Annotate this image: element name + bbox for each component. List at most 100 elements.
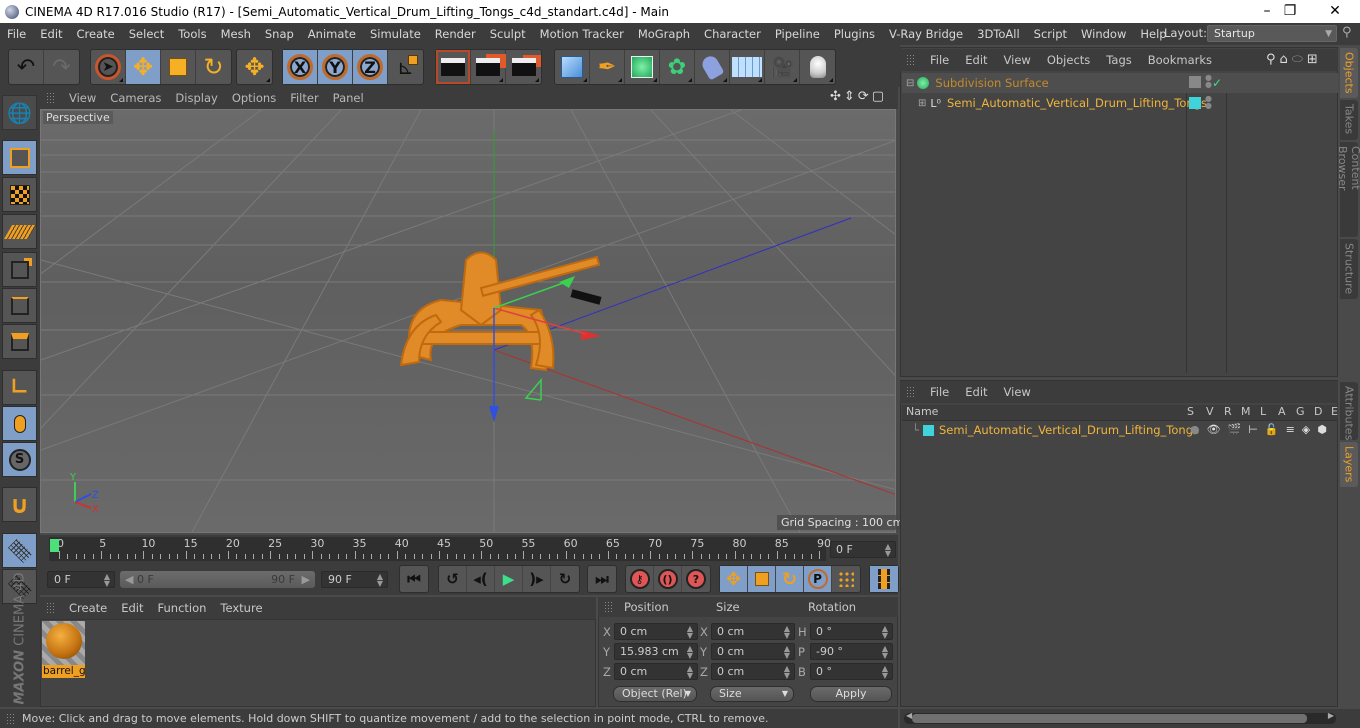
menu-simulate[interactable]: Simulate [363, 27, 428, 41]
cube-button[interactable] [555, 50, 590, 84]
floor-button[interactable] [730, 50, 765, 84]
rotation-b-field[interactable]: 0 ° ▲ ▼ [810, 663, 893, 680]
snapping-button[interactable]: ∪ [2, 487, 37, 522]
spinner-arrows-icon[interactable]: ▲ ▼ [784, 644, 790, 660]
record-key-button[interactable]: ⚷ [626, 566, 654, 592]
size-mode-dropdown[interactable]: Size ▼ [710, 686, 794, 702]
menu-animate[interactable]: Animate [301, 27, 363, 41]
tab-content-browser[interactable]: Content Browser [1336, 142, 1360, 237]
hierarchy-icon[interactable]: ⊢ [1248, 423, 1258, 436]
menu-pipeline[interactable]: Pipeline [768, 27, 827, 41]
next-frame-button[interactable]: )▸ [523, 566, 551, 592]
panel-grip-icon[interactable] [46, 602, 56, 614]
menu-render[interactable]: Render [428, 27, 483, 41]
col-visible[interactable]: V [1206, 405, 1214, 418]
col-animation[interactable]: A [1278, 405, 1286, 418]
visibility-dots-icon[interactable]: ● ● [1205, 74, 1212, 89]
range-right-arrow-icon[interactable]: ▶ [302, 571, 310, 588]
polygons-mode-button[interactable] [2, 324, 37, 359]
lock-workplane-button[interactable] [2, 533, 37, 568]
subdivision-surface-button[interactable] [625, 50, 660, 84]
render-view-button[interactable] [436, 50, 471, 84]
col-generators[interactable]: G [1296, 405, 1305, 418]
solo-dot-icon[interactable]: ● [1190, 423, 1200, 436]
start-frame-field[interactable]: 0 F ▲ ▼ [47, 571, 115, 588]
timeline-ruler[interactable]: 0 5 10 15 20 25 30 35 40 45 50 55 60 65 70 75 80 85 90 [49, 537, 831, 561]
menu-motion-tracker[interactable]: Motion Tracker [533, 27, 631, 41]
sculpt-mode-button[interactable]: S [2, 442, 37, 477]
undo-button[interactable]: ↶ [9, 50, 44, 84]
tweak-mode-button[interactable] [2, 406, 37, 441]
position-z-field[interactable]: 0 cm ▲ ▼ [614, 663, 698, 680]
spinner-arrows-icon[interactable]: ▲ ▼ [882, 664, 888, 680]
key-rotation-toggle[interactable]: ↻ [776, 566, 804, 592]
size-x-field[interactable]: 0 cm ▲ ▼ [711, 623, 795, 640]
current-frame-field[interactable]: 0 F ▲ ▼ [830, 541, 896, 558]
render-settings-button[interactable] [506, 50, 541, 84]
autokey-button[interactable]: () [654, 566, 682, 592]
menu-mograph[interactable]: MoGraph [631, 27, 697, 41]
previous-frame-button[interactable]: ◂( [467, 566, 495, 592]
menu-edit[interactable]: Edit [33, 27, 69, 41]
keyframe-selection-button[interactable]: ? [682, 566, 710, 592]
material-menu-function[interactable]: Function [151, 601, 214, 615]
orbit-icon[interactable]: ⟳ [858, 89, 872, 104]
z-axis-toggle[interactable]: Z [353, 50, 388, 84]
menu-window[interactable]: Window [1074, 27, 1133, 41]
layers-menu-file[interactable]: File [922, 385, 957, 399]
rotate-tool-button[interactable]: ↻ [196, 50, 231, 84]
eye-icon[interactable]: ⬭ [1292, 52, 1307, 67]
layer-name[interactable]: Semi_Automatic_Vertical_Drum_Lifting_Ton… [939, 423, 1199, 437]
spinner-arrows-icon[interactable]: ▲ ▼ [784, 624, 790, 640]
camera-button[interactable]: 🎥 [765, 50, 800, 84]
previous-key-button[interactable]: ↺ [439, 566, 467, 592]
x-axis-toggle[interactable]: X [283, 50, 318, 84]
spinner-arrows-icon[interactable]: ▲ ▼ [885, 542, 891, 558]
apply-button[interactable]: Apply [810, 686, 892, 702]
play-button[interactable]: ▶ [495, 566, 523, 592]
viewport-menu-filter[interactable]: Filter [283, 91, 325, 105]
objects-menu-edit[interactable]: Edit [957, 53, 995, 67]
col-render[interactable]: R [1224, 405, 1232, 418]
maximize-button[interactable]: ❐ [1267, 0, 1313, 23]
light-button[interactable] [800, 50, 835, 84]
timeline-window-button[interactable] [870, 566, 898, 592]
spinner-arrows-icon[interactable]: ▲ ▼ [882, 624, 888, 640]
next-key-button[interactable]: ↻ [551, 566, 579, 592]
layout-dropdown[interactable]: Startup ▼ [1207, 25, 1337, 42]
layers-menu-edit[interactable]: Edit [957, 385, 995, 399]
last-tool-button[interactable]: ✥ [237, 50, 272, 84]
spinner-arrows-icon[interactable]: ▲ ▼ [784, 664, 790, 680]
home-icon[interactable]: ⌂ [1280, 52, 1292, 67]
layer-tag-empty-icon[interactable] [1189, 76, 1201, 88]
size-z-field[interactable]: 0 cm ▲ ▼ [711, 663, 795, 680]
visibility-dots-icon[interactable]: ● ● [1205, 95, 1212, 110]
eye-icon[interactable]: 👁 [1207, 423, 1221, 436]
tab-takes[interactable]: Takes [1340, 100, 1358, 140]
material-menu-edit[interactable]: Edit [114, 601, 150, 615]
coordinate-system-button[interactable]: ⊾ [388, 50, 423, 84]
3d-viewport[interactable]: Y Z X [40, 109, 896, 533]
points-mode-button[interactable] [2, 252, 37, 287]
position-x-field[interactable]: 0 cm ▲ ▼ [614, 623, 698, 640]
scroll-right-icon[interactable]: ▶ [1328, 711, 1334, 720]
go-to-end-button[interactable]: ⏭ [588, 566, 616, 592]
deformer-button[interactable] [695, 50, 730, 84]
col-name[interactable]: Name [906, 405, 938, 418]
panel-grip-icon[interactable] [906, 386, 916, 398]
redo-button[interactable]: ↷ [44, 50, 79, 84]
layer-color-swatch[interactable] [1189, 97, 1201, 109]
col-deformers[interactable]: D [1314, 405, 1322, 418]
clapper-icon[interactable]: 🎬 [1228, 423, 1242, 436]
pen-tool-button[interactable]: ✒ [590, 50, 625, 84]
rotation-p-field[interactable]: -90 ° ▲ ▼ [810, 643, 893, 660]
render-picture-viewer-button[interactable] [471, 50, 506, 84]
col-expressions[interactable]: E [1331, 405, 1338, 418]
object-name[interactable]: Semi_Automatic_Vertical_Drum_Lifting_Ton… [947, 96, 1207, 110]
objects-menu-objects[interactable]: Objects [1039, 53, 1098, 67]
object-row-tongs[interactable]: ⊞ L⁰ Semi_Automatic_Vertical_Drum_Liftin… [902, 93, 1207, 113]
spinner-arrows-icon[interactable]: ▲ ▼ [687, 664, 693, 680]
cloner-button[interactable]: ✿ [660, 50, 695, 84]
panel-grip-icon[interactable] [906, 54, 916, 66]
menu-script[interactable]: Script [1027, 27, 1074, 41]
